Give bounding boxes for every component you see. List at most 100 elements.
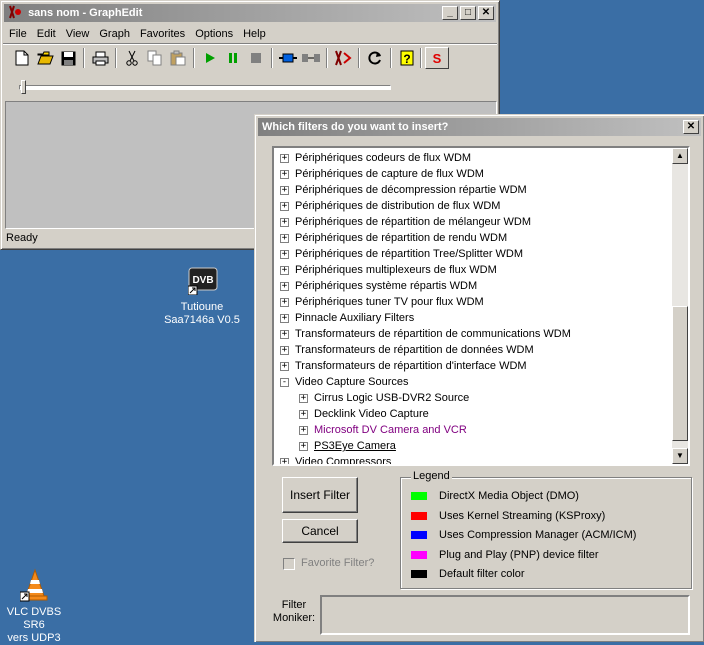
window-title: sans nom - GraphEdit [28, 7, 143, 19]
svg-text:S: S [433, 51, 442, 65]
menu-view[interactable]: View [61, 25, 95, 43]
menu-graph[interactable]: Graph [94, 25, 135, 43]
tree-item-label: Périphériques de décompression répartie … [295, 184, 527, 196]
moniker-label-line-2: Moniker: [272, 612, 316, 624]
legend-swatch [411, 492, 427, 500]
tree-item-label: Périphériques de répartition Tree/Splitt… [295, 248, 524, 260]
expand-icon[interactable]: + [280, 314, 289, 323]
legend-swatch [411, 550, 427, 559]
moniker-field[interactable] [320, 595, 690, 635]
toolbar-separator [326, 48, 328, 68]
expand-icon[interactable]: + [280, 250, 289, 259]
expand-icon[interactable]: + [280, 346, 289, 355]
legend-label: Uses Kernel Streaming (KSProxy) [439, 509, 606, 522]
paste-button[interactable] [167, 47, 189, 69]
refresh-button[interactable] [364, 47, 386, 69]
scroll-down-button[interactable]: ▼ [672, 448, 688, 464]
insert-filter-button[interactable]: Insert Filter [282, 477, 358, 513]
menu-file[interactable]: File [4, 25, 32, 43]
expand-icon[interactable]: + [280, 186, 289, 195]
desktop-icon-tutioune[interactable]: DVB Tutioune Saa7146a V0.5 [160, 265, 244, 331]
expand-icon[interactable]: + [280, 218, 289, 227]
toolbar-separator [115, 48, 117, 68]
menu-favorites[interactable]: Favorites [135, 25, 190, 43]
dialog-close-button[interactable]: ✕ [683, 120, 699, 134]
connect-pins-icon [302, 54, 320, 62]
filter-tree[interactable]: + Périphériques codeurs de flux WDM + Périp… [272, 146, 690, 466]
seek-slider[interactable] [19, 80, 391, 94]
legend-item: DirectX Media Object (DMO) [411, 488, 681, 504]
dialog-titlebar[interactable]: Which filters do you want to insert? ✕ [258, 118, 701, 136]
menu-edit[interactable]: Edit [32, 25, 61, 43]
expand-icon[interactable]: + [280, 298, 289, 307]
open-button[interactable] [34, 47, 56, 69]
tree-item-label: Video Compressors [295, 456, 392, 464]
expand-icon[interactable]: + [280, 170, 289, 179]
expand-icon[interactable]: + [299, 410, 308, 419]
legend-label: Default filter color [439, 568, 525, 580]
legend-item: Uses Compression Manager (ACM/ICM) [411, 527, 681, 543]
menu-options[interactable]: Options [190, 25, 238, 43]
menu-divider [3, 43, 497, 45]
expand-icon[interactable]: + [280, 458, 289, 464]
play-button[interactable] [199, 47, 221, 69]
legend-item: Plug and Play (PNP) device filter [411, 547, 681, 563]
favorite-filter-label: Favorite Filter? [301, 557, 375, 569]
collapse-icon[interactable]: - [280, 378, 289, 387]
seek-slider-thumb[interactable] [21, 80, 26, 94]
menu-help[interactable]: Help [238, 25, 271, 43]
expand-icon[interactable]: + [280, 282, 289, 291]
graphedit-app-icon [8, 5, 22, 19]
desktop-icon-label-line: Saa7146a V0.5 [164, 314, 240, 326]
expand-icon[interactable]: + [280, 266, 289, 275]
expand-icon[interactable]: + [280, 330, 289, 339]
tree-item-label: Microsoft DV Camera and VCR [314, 424, 467, 436]
scissors-icon [126, 50, 138, 66]
arrow-down-icon: ▼ [676, 451, 684, 460]
desktop-icon-label: VLC DVBS SR6 vers UDP3 [0, 606, 72, 645]
scroll-up-button[interactable]: ▲ [672, 148, 688, 164]
pause-button[interactable] [222, 47, 244, 69]
new-button[interactable] [11, 47, 33, 69]
toolbar-separator [420, 48, 422, 68]
seek-slider-track [19, 85, 391, 90]
close-button[interactable]: ✕ [478, 6, 494, 20]
copy-button[interactable] [144, 47, 166, 69]
stop-button[interactable] [245, 47, 267, 69]
menu-bar: File Edit View Graph Favorites Options Help [4, 25, 271, 43]
toolbar-separator [271, 48, 273, 68]
expand-icon[interactable]: + [280, 154, 289, 163]
cancel-label: Cancel [301, 524, 339, 538]
svg-text:DVB: DVB [192, 275, 213, 286]
expand-icon[interactable]: + [280, 362, 289, 371]
filter-box-icon [279, 53, 297, 63]
desktop-icon-vlc[interactable]: VLC DVBS SR6 vers UDP3 [0, 566, 70, 644]
insert-filters-button[interactable] [277, 47, 299, 69]
clipboard-icon [170, 50, 186, 66]
legend-item: Uses Kernel Streaming (KSProxy) [411, 508, 681, 524]
seek-button[interactable] [332, 47, 354, 69]
graphedit-titlebar[interactable]: sans nom - GraphEdit _ □ ✕ [4, 4, 496, 22]
moniker-label: Filter Moniker: [272, 599, 316, 625]
expand-icon[interactable]: + [299, 394, 308, 403]
cut-button[interactable] [121, 47, 143, 69]
tree-item-label: Pinnacle Auxiliary Filters [295, 312, 415, 324]
maximize-button[interactable]: □ [460, 6, 476, 20]
s-toggle-button[interactable]: S [425, 47, 449, 69]
minimize-button[interactable]: _ [442, 6, 458, 20]
expand-icon[interactable]: + [280, 234, 289, 243]
save-button[interactable] [57, 47, 79, 69]
expand-icon[interactable]: + [280, 202, 289, 211]
tree-scrollbar[interactable]: ▲ ▼ [672, 148, 688, 464]
expand-icon[interactable]: + [299, 442, 308, 451]
legend-swatch [411, 531, 427, 539]
help-button[interactable]: ? [396, 47, 418, 69]
filter-tree-rows: + Périphériques codeurs de flux WDM + Périp… [274, 148, 672, 464]
scroll-thumb[interactable] [672, 306, 688, 441]
connect-button[interactable] [300, 47, 322, 69]
print-button[interactable] [89, 47, 111, 69]
expand-icon[interactable]: + [299, 426, 308, 435]
favorite-filter-checkbox[interactable] [283, 558, 295, 570]
cancel-button[interactable]: Cancel [282, 519, 358, 543]
stop-icon [251, 53, 261, 63]
